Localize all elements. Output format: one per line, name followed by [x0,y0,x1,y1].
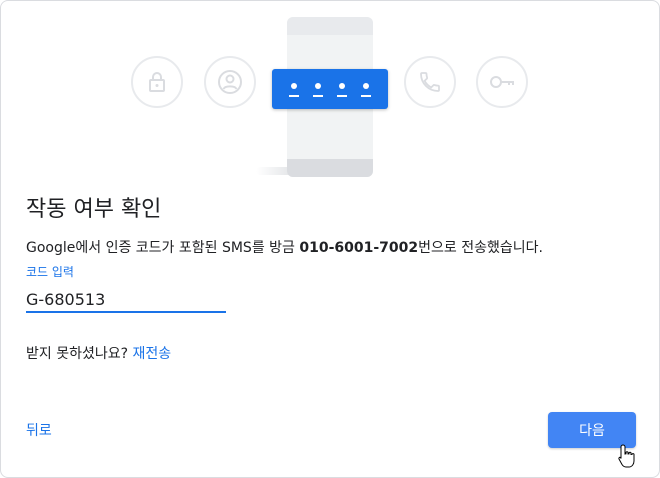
resend-line: 받지 못하셨나요? 재전송 [26,343,171,363]
description: Google에서 인증 코드가 포함된 SMS를 방금 010-6001-700… [26,237,543,257]
code-field-label: 코드 입력 [26,265,74,279]
resend-link[interactable]: 재전송 [133,346,172,362]
page-title: 작동 여부 확인 [26,197,162,222]
code-dot [337,81,347,97]
phone-call-icon [404,56,456,108]
phone-bottom-bar [287,159,373,177]
code-card [272,69,388,109]
phone-top-bar [287,17,373,35]
resend-question: 받지 못하셨나요? [26,346,133,362]
back-button[interactable]: 뒤로 [26,420,52,440]
verification-dialog: 작동 여부 확인 Google에서 인증 코드가 포함된 SMS를 방금 010… [0,0,660,478]
code-input[interactable] [26,287,226,313]
illustration [1,1,659,186]
hand-cursor-icon [618,444,635,468]
description-suffix: 번으로 전송했습니다. [418,240,543,256]
lock-icon [131,56,183,108]
key-icon [476,56,528,108]
phone-number: 010-6001-7002 [299,240,419,256]
code-dot [289,81,299,97]
account-icon [204,56,256,108]
code-dot [313,81,323,97]
description-prefix: Google에서 인증 코드가 포함된 SMS를 방금 [26,240,300,256]
code-dot [361,81,371,97]
